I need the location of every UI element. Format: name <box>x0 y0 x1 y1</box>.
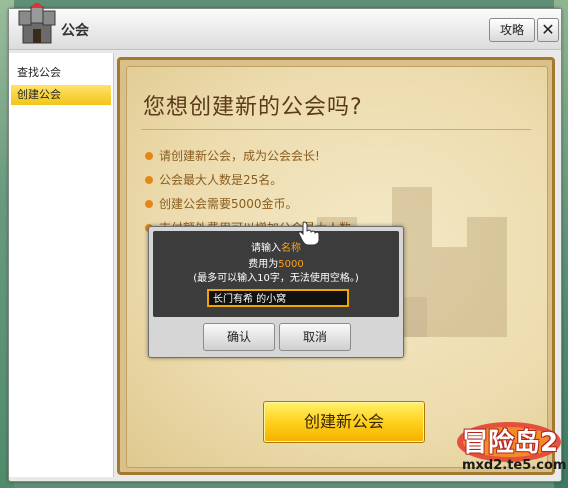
dialog-prompt: 请输入名称 <box>251 243 301 254</box>
bullet-item: 公会最大人数是25名。 <box>145 171 282 188</box>
confirm-button[interactable]: 确认 <box>203 323 275 351</box>
cancel-button[interactable]: 取消 <box>279 323 351 351</box>
page-heading: 您想创建新的公会吗? <box>143 95 363 120</box>
sidebar: 查找公会 创建公会 <box>9 53 114 477</box>
bullet-dot-icon <box>145 151 153 160</box>
title-bar[interactable]: 公会 攻略 ✕ <box>9 3 561 50</box>
castle-icon <box>18 3 56 44</box>
close-button[interactable]: ✕ <box>537 18 559 42</box>
sidebar-item-find-guild[interactable]: 查找公会 <box>11 63 111 83</box>
dialog-hint: (最多可以输入10字，无法使用空格。) <box>193 273 359 284</box>
guild-name-input[interactable]: 长门有希 的小窝 <box>207 289 349 307</box>
window-title: 公会 <box>61 23 89 39</box>
game-logo-text: 冒险岛2 <box>462 428 559 458</box>
dialog-content: 请输入名称 费用为5000 (最多可以输入10字，无法使用空格。) 长门有希 的… <box>153 231 399 317</box>
strategy-button[interactable]: 攻略 <box>489 18 535 42</box>
game-url: mxd2.te5.com <box>462 458 567 473</box>
bullet-dot-icon <box>145 199 153 208</box>
close-icon: ✕ <box>541 20 555 39</box>
dialog-cost: 费用为5000 <box>248 259 304 270</box>
name-input-dialog: 请输入名称 费用为5000 (最多可以输入10字，无法使用空格。) 长门有希 的… <box>148 226 404 358</box>
sidebar-item-create-guild[interactable]: 创建公会 <box>11 85 111 105</box>
hand-cursor-icon <box>298 221 320 246</box>
bullet-dot-icon <box>145 175 153 184</box>
bullet-item: 创建公会需要5000金币。 <box>145 195 298 212</box>
bullet-item: 请创建新公会，成为公会会长! <box>145 147 320 164</box>
create-guild-button[interactable]: 创建新公会 <box>263 401 425 443</box>
divider <box>141 129 531 130</box>
